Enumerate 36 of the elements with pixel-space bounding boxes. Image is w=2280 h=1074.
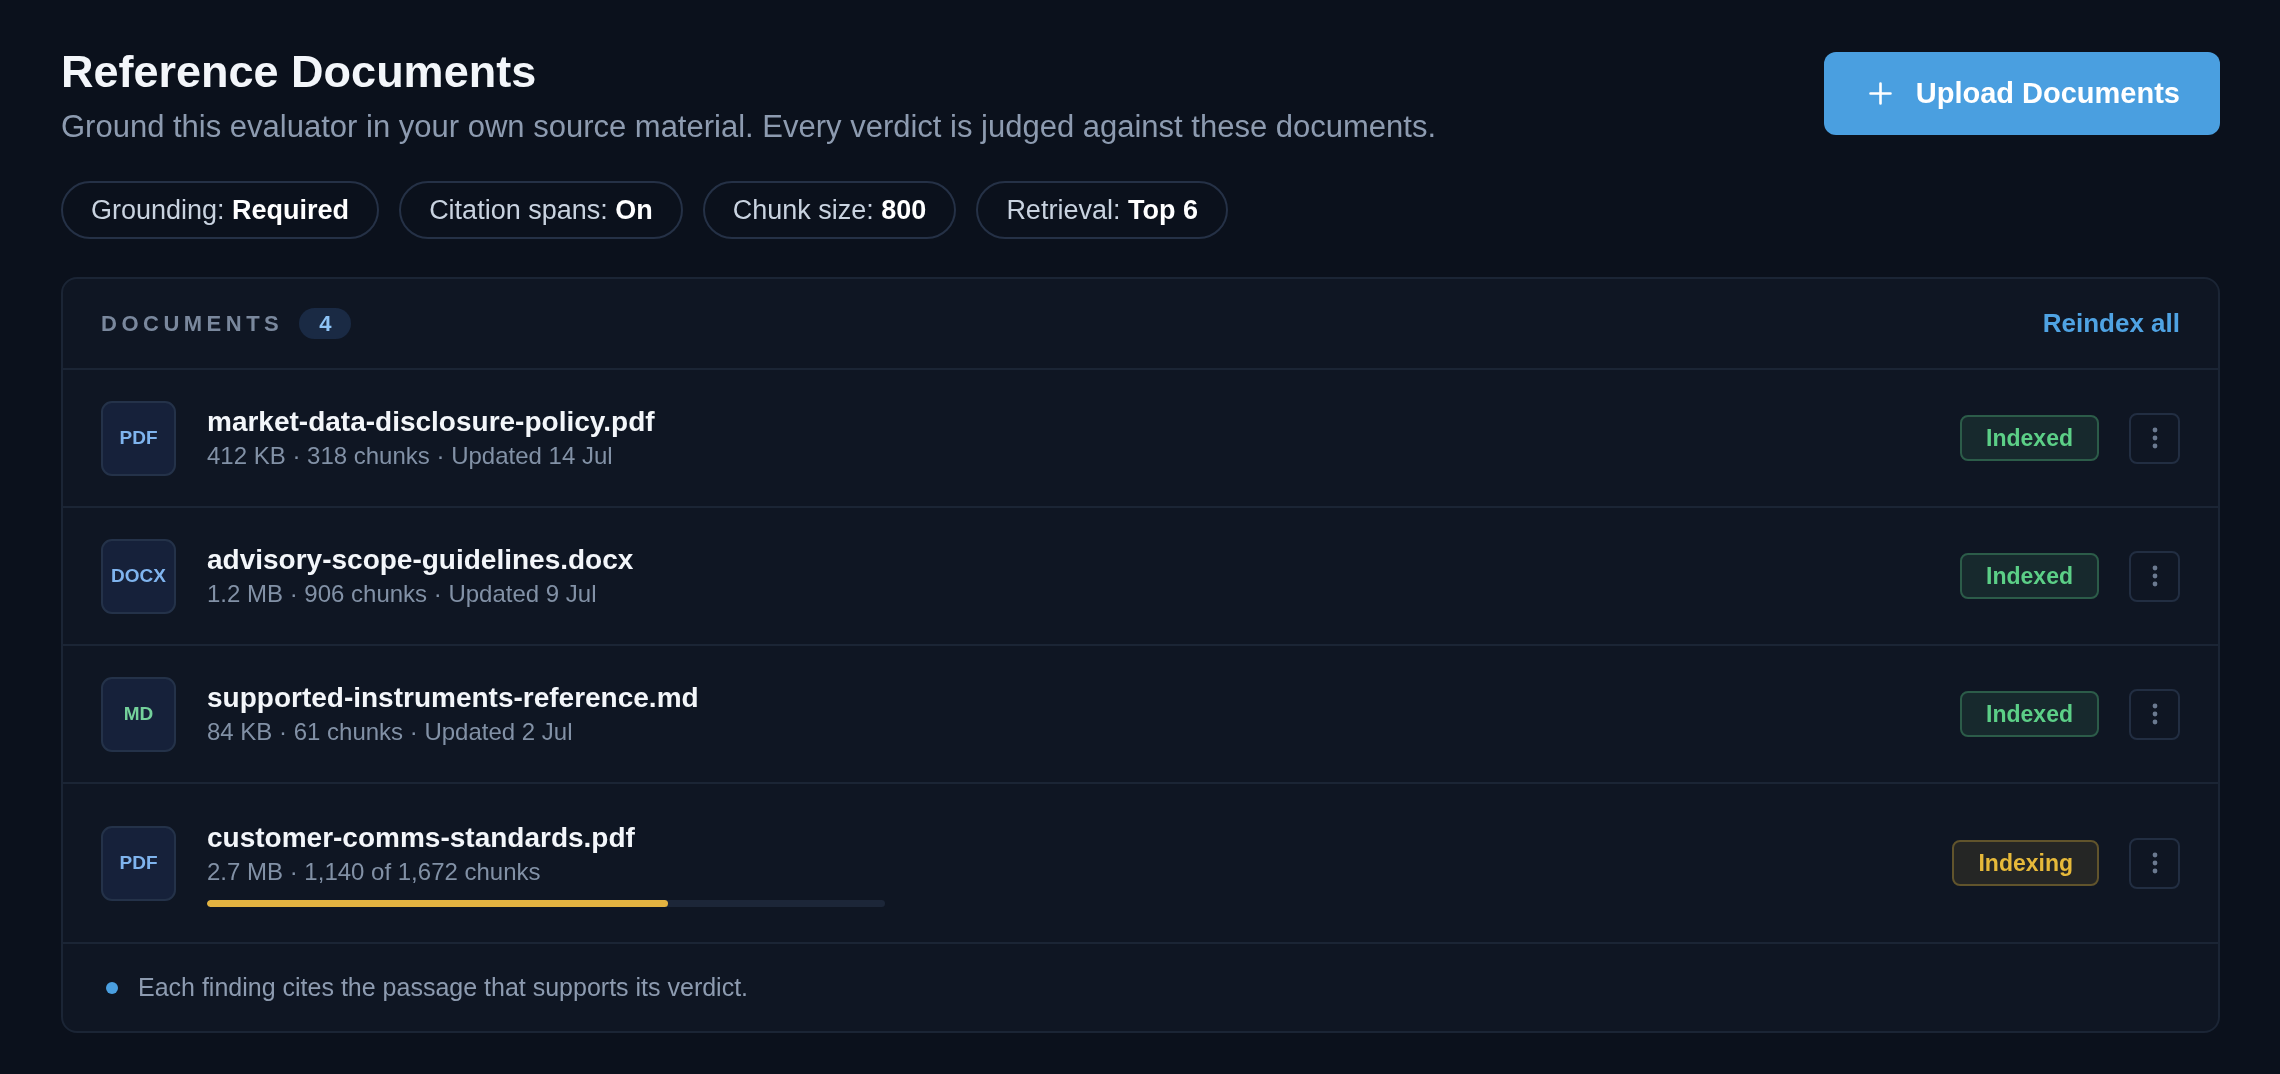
row-menu-button[interactable]: [2129, 412, 2180, 464]
count-badge: 4: [299, 308, 352, 339]
status-badge: Indexed: [1960, 691, 2099, 737]
status-badge: Indexed: [1960, 553, 2099, 599]
setting-chip: Chunk size: 800: [702, 181, 957, 239]
file-name: supported-instruments-reference.md: [207, 681, 699, 715]
file-type-tile: DOCX: [101, 538, 176, 614]
more-icon: [2151, 427, 2158, 449]
file-type-tile: PDF: [101, 825, 176, 901]
file-type-tile: PDF: [101, 400, 176, 476]
row-menu-button[interactable]: [2129, 550, 2180, 602]
more-icon: [2151, 565, 2158, 587]
page-subtitle: Ground this evaluator in your own source material. Every verdict is judged against these documents.: [61, 109, 1437, 145]
setting-chip: Retrieval: Top 6: [976, 181, 1228, 239]
bullet-dot-icon: [106, 981, 118, 994]
page-title: Reference Documents: [61, 47, 538, 97]
more-icon: [2151, 852, 2158, 874]
setting-chip: Grounding: Required: [61, 181, 380, 239]
file-name: advisory-scope-guidelines.docx: [207, 543, 634, 577]
footer-note: Each finding cites the passage that supports its verdict.: [138, 973, 749, 1002]
status-badge: Indexing: [1952, 840, 2099, 886]
setting-chip: Citation spans: On: [399, 181, 683, 239]
more-icon: [2151, 703, 2158, 725]
status-badge: Indexed: [1960, 415, 2099, 461]
file-meta: 412 KB · 318 chunks · Updated 14 Jul: [207, 441, 614, 471]
section-label: DOCUMENTS: [101, 310, 284, 337]
file-meta: 84 KB · 61 chunks · Updated 2 Jul: [207, 717, 574, 747]
file-meta: 1.2 MB · 906 chunks · Updated 9 Jul: [207, 579, 598, 609]
row-menu-button[interactable]: [2129, 837, 2180, 889]
file-name: customer-comms-standards.pdf: [207, 820, 636, 855]
plus-icon: [1868, 82, 1892, 105]
row-menu-button[interactable]: [2129, 688, 2180, 740]
file-meta: 2.7 MB · 1,140 of 1,672 chunks: [207, 856, 542, 887]
reindex-link[interactable]: Reindex all: [2042, 308, 2180, 339]
file-type-tile: MD: [101, 676, 176, 752]
file-name: market-data-disclosure-policy.pdf: [207, 405, 655, 439]
